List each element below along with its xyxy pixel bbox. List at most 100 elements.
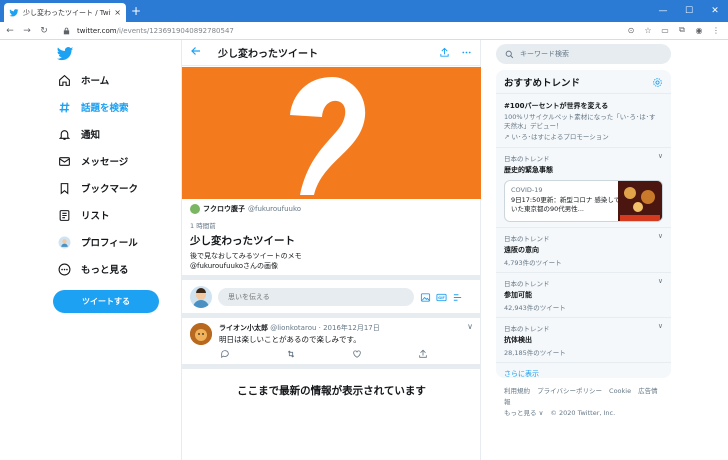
promoted-text: い･ろ･はすによるプロモーション — [511, 133, 609, 141]
show-more-link[interactable]: さらに表示 — [496, 363, 671, 378]
footer-link-terms[interactable]: 利用規約 — [504, 387, 530, 395]
tweet-avatar[interactable] — [190, 323, 212, 345]
reload-icon[interactable]: ↻ — [37, 24, 51, 38]
trend-category: 日本のトレンド — [504, 280, 550, 288]
back-icon[interactable]: ← — [3, 24, 17, 38]
search-box[interactable]: キーワード検索 — [496, 44, 671, 64]
footer-copyright: © 2020 Twitter, Inc. — [550, 409, 616, 417]
promoted-label: ↗ い･ろ･はすによるプロモーション — [504, 133, 663, 142]
poll-icon[interactable] — [452, 292, 463, 303]
trend-item[interactable]: 日本のトレンド 抗体検出 28,185件のツイート ∨ — [496, 318, 671, 363]
account-icon[interactable]: ◉ — [693, 24, 705, 36]
back-arrow-icon[interactable] — [190, 45, 206, 60]
twitter-logo-icon[interactable] — [55, 45, 75, 63]
forward-icon[interactable]: → — [20, 24, 34, 38]
footer-links: 利用規約 プライバシーポリシー Cookie 広告情報 もっと見る ∨ © 20… — [504, 386, 669, 419]
trend-category: 日本のトレンド — [504, 325, 550, 333]
news-label: COVID-19 — [511, 186, 543, 194]
trend-name: 歴史的緊急事態 — [504, 166, 553, 174]
moment-owner[interactable]: フクロウ腹子 @fukuroufuuko — [190, 204, 301, 214]
new-tab-button[interactable]: + — [131, 4, 141, 18]
share-icon[interactable] — [417, 348, 429, 360]
trend-name: 抗体検出 — [504, 336, 532, 344]
nav-item-lists[interactable]: リスト — [57, 206, 110, 224]
address-bar[interactable]: twitter.com/i/events/1236919040892780547 — [77, 27, 234, 35]
bookmark-star-icon[interactable]: ☆ — [642, 24, 654, 36]
divider — [182, 364, 481, 369]
chevron-down-icon[interactable]: ∨ — [658, 277, 663, 285]
footer-link-cookie[interactable]: Cookie — [609, 387, 631, 395]
chevron-down-icon[interactable]: ∨ — [658, 322, 663, 330]
tweet-button[interactable]: ツイートする — [53, 290, 159, 313]
like-icon[interactable] — [351, 348, 363, 360]
gif-icon[interactable]: GIF — [436, 292, 447, 303]
news-card[interactable]: COVID-19 9日17:50更新：新型コロナ 感染していた東京都の90代男性… — [504, 180, 663, 222]
browser-tab[interactable]: 少し変わったツイート / Twitter × — [4, 3, 126, 22]
column-header: 少し変わったツイート — [182, 40, 480, 66]
profile-avatar-icon — [57, 235, 71, 249]
compose-box: GIF — [190, 286, 475, 308]
tweet[interactable]: ライオン小太郎 @lionkotarou · 2016年12月17日 ∨ 明日は… — [182, 318, 481, 364]
cast-icon[interactable]: ▭ — [659, 24, 671, 36]
mail-icon — [57, 154, 71, 168]
nav-label: ホーム — [81, 76, 110, 87]
svg-text:GIF: GIF — [438, 296, 445, 300]
trend-tweet-count: 4,793件のツイート — [504, 259, 562, 267]
trend-item-promoted[interactable]: #100パーセントが世界を変える 100%リサイクルペット素材になった「い･ろ･… — [496, 94, 671, 148]
tweet-author-name[interactable]: ライオン小太郎 — [219, 324, 268, 332]
footer-link-more[interactable]: もっと見る ∨ — [504, 409, 543, 417]
owner-handle: @fukuroufuuko — [248, 205, 302, 213]
compose-input[interactable] — [218, 288, 414, 306]
close-window-button[interactable]: ✕ — [702, 0, 728, 22]
list-icon — [57, 208, 71, 222]
nav-label: 話題を検索 — [81, 103, 129, 114]
description-line: 後で見なおしてみるツイートのメモ — [190, 252, 302, 260]
trend-tweet-count: 28,185件のツイート — [504, 349, 566, 357]
gear-icon[interactable] — [651, 76, 663, 88]
search-icon — [504, 49, 514, 59]
menu-kebab-icon[interactable]: ⋮ — [710, 24, 722, 36]
nav-item-bookmarks[interactable]: ブックマーク — [57, 179, 138, 197]
trend-item[interactable]: 日本のトレンド 歴史的緊急事態 ∨ COVID-19 9日17:50更新：新型コ… — [496, 148, 671, 228]
moment-description: 後で見なおしてみるツイートのメモ @fukuroufuukoさんの画像 — [190, 251, 302, 271]
nav-label: プロフィール — [81, 238, 138, 249]
tab-close-icon[interactable]: × — [114, 8, 121, 17]
nav-item-profile[interactable]: プロフィール — [57, 233, 138, 251]
extension-icon[interactable]: ⊙ — [625, 24, 637, 36]
minimize-button[interactable]: — — [650, 0, 676, 22]
chevron-down-icon[interactable]: ∨ — [467, 322, 473, 331]
user-avatar — [190, 286, 212, 308]
nav-item-more[interactable]: もっと見る — [57, 260, 129, 278]
nav-item-messages[interactable]: メッセージ — [57, 152, 128, 170]
trend-item[interactable]: 日本のトレンド 参加可能 42,943件のツイート ∨ — [496, 273, 671, 318]
more-options-icon[interactable] — [460, 46, 472, 58]
trend-item[interactable]: 日本のトレンド 遠阪の意向 4,793件のツイート ∨ — [496, 228, 671, 273]
lock-icon[interactable] — [63, 26, 73, 36]
chevron-down-icon[interactable]: ∨ — [658, 232, 663, 240]
chevron-down-icon[interactable]: ∨ — [658, 152, 663, 160]
url-path: /i/events/1236919040892780547 — [116, 26, 234, 35]
image-icon[interactable] — [420, 292, 431, 303]
twitter-favicon-icon — [9, 8, 19, 18]
hashtag-icon — [57, 100, 71, 114]
screen-icon[interactable]: ⧉ — [676, 24, 688, 36]
nav-item-explore[interactable]: 話題を検索 — [57, 98, 129, 116]
end-of-feed-message: ここまで最新の情報が表示されています — [237, 385, 426, 397]
search-placeholder: キーワード検索 — [520, 50, 569, 58]
owner-avatar — [190, 204, 200, 214]
tweet-date[interactable]: · 2016年12月17日 — [319, 324, 380, 332]
trends-title: おすすめトレンド — [504, 77, 581, 89]
maximize-button[interactable]: ☐ — [676, 0, 702, 22]
news-thumbnail — [618, 181, 662, 221]
nav-item-home[interactable]: ホーム — [57, 71, 109, 89]
footer-link-privacy[interactable]: プライバシーポリシー — [537, 387, 602, 395]
more-icon — [57, 262, 71, 276]
nav-item-notifications[interactable]: 通知 — [57, 125, 100, 143]
bell-icon — [57, 127, 71, 141]
trends-panel: おすすめトレンド #100パーセントが世界を変える 100%リサイクルペット素材… — [496, 70, 671, 378]
reply-icon[interactable] — [219, 348, 231, 360]
share-icon[interactable] — [438, 46, 450, 58]
retweet-icon[interactable] — [285, 348, 297, 360]
nav-label: メッセージ — [81, 157, 129, 168]
main-column: 少し変わったツイート フクロウ腹子 @fukuroufuuko 1 時間前 少し… — [181, 40, 481, 460]
